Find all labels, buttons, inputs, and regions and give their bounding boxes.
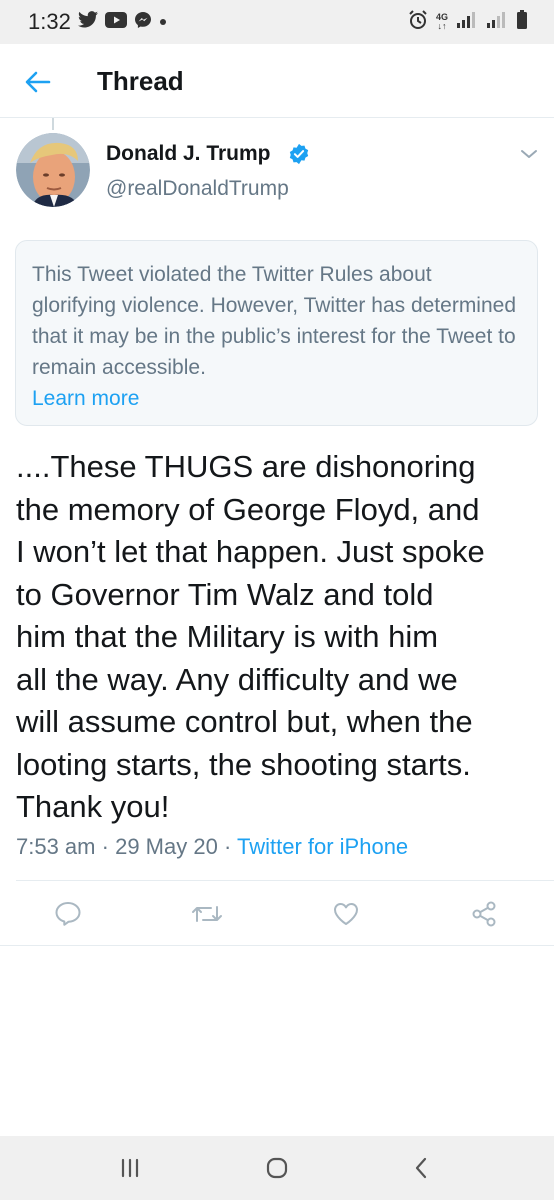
tweet-source-link[interactable]: Twitter for iPhone	[237, 834, 408, 859]
retweet-icon	[192, 906, 222, 922]
thread-header: Thread	[0, 44, 554, 118]
thread-connector-line	[52, 118, 54, 130]
alarm-icon	[408, 9, 428, 35]
messenger-icon	[134, 11, 152, 34]
tweet-line: to Governor Tim Walz and told	[16, 576, 434, 612]
tweet-line: all the way. Any difficulty and we	[16, 661, 458, 697]
status-time: 1:32	[28, 9, 71, 34]
twitter-icon	[78, 11, 98, 33]
system-nav-bar	[0, 1136, 554, 1200]
tweet-line: the memory of George Floyd, and	[16, 491, 480, 527]
signal-icon-secondary	[486, 11, 508, 34]
reply-icon	[55, 902, 81, 926]
battery-icon	[516, 9, 528, 35]
dot-icon	[159, 13, 167, 31]
chevron-left-icon	[415, 1157, 427, 1179]
tweet-line: ....These THUGS are dishonoring	[16, 449, 476, 484]
chevron-down-icon[interactable]	[518, 145, 540, 163]
back-nav-button[interactable]	[403, 1150, 439, 1186]
reply-button[interactable]	[52, 898, 84, 930]
like-button[interactable]	[330, 898, 362, 930]
status-bar: 1:32 4G ↓↑	[0, 0, 554, 44]
tweet-text: ....These THUGS are dishonoring the memo…	[16, 446, 541, 829]
share-button[interactable]	[468, 898, 500, 930]
divider	[0, 945, 554, 946]
network-activity-label: ↓↑	[437, 21, 447, 31]
page-title: Thread	[97, 66, 184, 96]
tweet-meta: 7:53 am · 29 May 20 · Twitter for iPhone	[16, 834, 408, 860]
tweet-date: 29 May 20	[115, 834, 218, 859]
verified-badge-icon	[288, 143, 310, 165]
learn-more-link[interactable]: Learn more	[32, 383, 521, 414]
tweet-line: looting starts, the shooting starts.	[16, 746, 471, 782]
avatar[interactable]	[16, 133, 90, 207]
notice-text: This Tweet violated the Twitter Rules ab…	[32, 263, 517, 379]
back-button[interactable]	[20, 64, 56, 100]
tweet-line: Thank you!	[16, 789, 170, 824]
retweet-button[interactable]	[191, 898, 223, 930]
rules-notice: This Tweet violated the Twitter Rules ab…	[15, 240, 538, 426]
home-button[interactable]	[259, 1150, 295, 1186]
like-icon	[334, 903, 358, 925]
status-system-icons: 4G ↓↑	[408, 9, 528, 35]
youtube-icon	[105, 11, 127, 33]
author-name[interactable]: Donald J. Trump	[106, 142, 271, 166]
home-icon	[266, 1157, 288, 1179]
recent-apps-button[interactable]	[112, 1150, 148, 1186]
status-notification-icons	[78, 11, 167, 34]
divider	[16, 880, 554, 881]
author-handle[interactable]: @realDonaldTrump	[106, 177, 289, 201]
signal-icon	[456, 11, 478, 34]
tweet-line: I won’t let that happen. Just spoke	[16, 534, 485, 569]
4g-icon: 4G ↓↑	[436, 13, 448, 31]
meta-separator: ·	[223, 834, 232, 859]
tweet-line: him that the Military is with him	[16, 619, 439, 654]
arrow-left-icon	[25, 71, 51, 93]
meta-separator: ·	[101, 834, 109, 859]
recent-apps-icon	[121, 1158, 139, 1178]
tweet-time: 7:53 am	[16, 834, 96, 859]
tweet-line: will assume control but, when the	[16, 704, 473, 739]
share-icon	[472, 901, 496, 927]
